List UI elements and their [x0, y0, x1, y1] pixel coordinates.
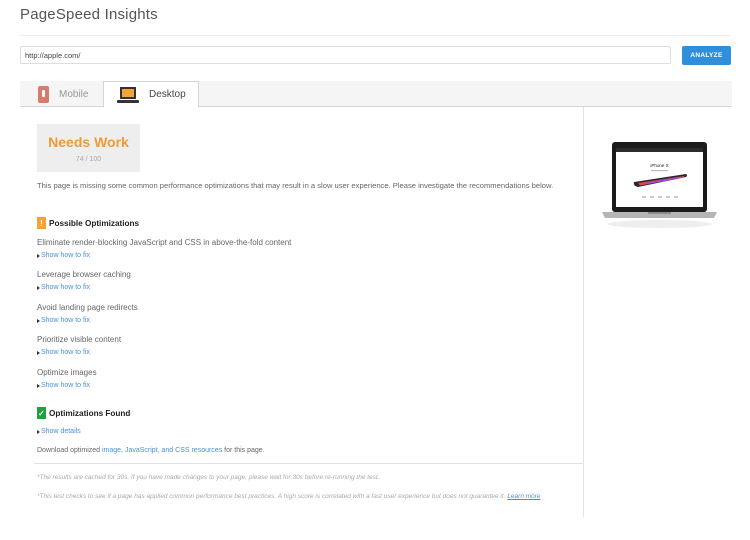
- show-how-to-fix-link[interactable]: Show how to fix: [37, 349, 90, 356]
- possible-optimizations-heading: ! Possible Optimizations: [37, 217, 139, 229]
- test-note-text: *This test checks to see if a page has a…: [37, 493, 508, 500]
- preview-heading: iPhone X: [650, 163, 668, 168]
- score-value: 74 / 100: [75, 156, 102, 163]
- score-badge: Needs Work 74 / 100: [37, 124, 140, 172]
- possible-optimizations-label: Possible Optimizations: [49, 218, 140, 228]
- download-prefix: Download optimized: [37, 447, 102, 454]
- show-how-to-fix-link[interactable]: Show how to fix: [37, 317, 90, 324]
- rule-title: Eliminate render-blocking JavaScript and…: [37, 238, 292, 247]
- url-input[interactable]: [20, 46, 671, 64]
- download-text: Download optimized image, JavaScript, an…: [37, 447, 265, 454]
- footer-divider: [34, 463, 583, 464]
- tab-desktop-label: Desktop: [149, 89, 186, 100]
- rule-title: Avoid landing page redirects: [37, 303, 138, 312]
- mobile-phone-icon: [38, 85, 49, 103]
- desktop-screenshot-preview: iPhone X: [602, 142, 717, 228]
- show-details-link[interactable]: Show details: [37, 428, 81, 435]
- test-note: *This test checks to see if a page has a…: [37, 491, 577, 502]
- device-tab-bar: Mobile Desktop: [20, 81, 732, 108]
- optimizations-found-heading: ✓ Optimizations Found: [37, 407, 130, 419]
- download-resources-link[interactable]: image, JavaScript, and CSS resources: [102, 447, 222, 454]
- optimizations-found-label: Optimizations Found: [49, 408, 131, 418]
- header-divider: [20, 35, 730, 36]
- cache-note: *The results are cached for 30s. If you …: [37, 474, 380, 481]
- warning-icon: !: [37, 217, 46, 229]
- show-how-to-fix-link[interactable]: Show how to fix: [37, 382, 90, 389]
- show-how-to-fix-link[interactable]: Show how to fix: [37, 284, 90, 291]
- laptop-icon: [117, 86, 139, 103]
- score-label: Needs Work: [48, 134, 129, 150]
- rule-title: Optimize images: [37, 368, 97, 377]
- show-how-to-fix-link[interactable]: Show how to fix: [37, 252, 90, 259]
- page-title: PageSpeed Insights: [20, 6, 158, 23]
- tab-mobile-label: Mobile: [59, 88, 89, 100]
- learn-more-link[interactable]: Learn more: [507, 493, 540, 500]
- checkmark-icon: ✓: [37, 407, 46, 419]
- analyze-button[interactable]: ANALYZE: [682, 46, 731, 65]
- rule-title: Prioritize visible content: [37, 335, 122, 344]
- tab-desktop[interactable]: Desktop: [103, 81, 199, 108]
- results-panel: Needs Work 74 / 100 This page is missing…: [20, 107, 584, 517]
- rule-title: Leverage browser caching: [37, 270, 131, 279]
- summary-text: This page is missing some common perform…: [37, 181, 554, 190]
- download-suffix: for this page.: [222, 447, 265, 454]
